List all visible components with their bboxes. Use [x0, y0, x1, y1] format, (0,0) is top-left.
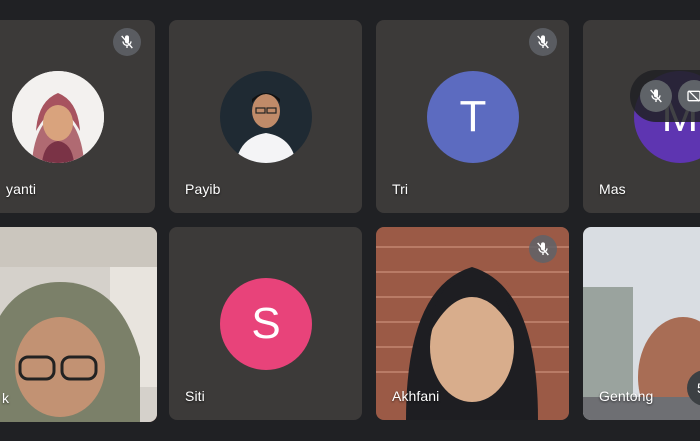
participant-name: k	[2, 390, 10, 406]
participant-tile-payib[interactable]: Payib	[169, 20, 362, 213]
mic-off-icon	[650, 89, 662, 103]
participant-tile-akhfani[interactable]: Akhfani	[376, 227, 569, 420]
muted-mic-icon	[529, 235, 557, 263]
participant-name: Payib	[185, 181, 221, 197]
participant-tile-yanti[interactable]: yanti	[0, 20, 155, 213]
participant-tile-tri[interactable]: T Tri	[376, 20, 569, 213]
participant-name: Akhfani	[392, 388, 440, 404]
participant-photo	[220, 71, 312, 163]
participant-name: Siti	[185, 388, 205, 404]
remove-participant-button[interactable]	[678, 80, 700, 112]
muted-mic-icon	[529, 28, 557, 56]
remove-icon	[687, 90, 700, 102]
participant-name: Tri	[392, 181, 409, 197]
participant-name: yanti	[6, 181, 37, 197]
muted-mic-icon	[113, 28, 141, 56]
initial-avatar: T	[427, 71, 519, 163]
avatar-initial: T	[459, 92, 487, 141]
avatar-initial: S	[251, 299, 281, 348]
participant-video	[0, 227, 157, 422]
mute-participant-button[interactable]	[640, 80, 672, 112]
participant-photo	[12, 71, 104, 163]
initial-avatar: S	[220, 278, 312, 370]
participant-name: Mas	[599, 181, 626, 197]
participant-name: Gentong	[599, 388, 654, 404]
participant-tile-speaking[interactable]: k	[0, 227, 157, 422]
tile-hover-controls	[630, 70, 700, 122]
participant-tile-gentong[interactable]: Gentong 5	[583, 227, 700, 420]
participant-tile-siti[interactable]: S Siti	[169, 227, 362, 420]
